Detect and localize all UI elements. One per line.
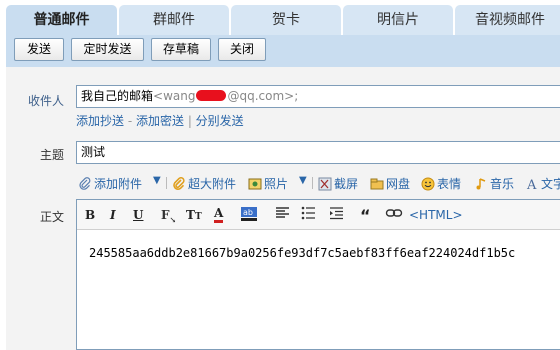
align-icon[interactable] — [275, 206, 291, 224]
screenshot-button[interactable]: 截屏 — [318, 175, 358, 192]
photo-dropdown-icon[interactable]: ▼ — [299, 175, 307, 186]
recipient-label[interactable]: 收件人 — [28, 92, 64, 109]
emoji-label: 表情 — [437, 177, 462, 191]
netdisk-icon — [370, 178, 384, 190]
recipient-name: 我自己的邮箱 — [81, 89, 154, 103]
large-attachment-icon — [173, 177, 185, 190]
netdisk-button[interactable]: 网盘 — [370, 175, 410, 192]
font-color-icon[interactable]: A — [214, 206, 224, 223]
paperclip-icon — [79, 177, 91, 190]
text-a-icon: A — [526, 178, 537, 191]
add-cc-link[interactable]: 添加抄送 — [76, 114, 124, 128]
save-draft-button[interactable]: 存草稿 — [151, 38, 211, 61]
dash-separator: - — [124, 114, 136, 128]
close-button[interactable]: 关闭 — [218, 38, 266, 61]
message-body[interactable]: 245585aa6ddb2e81667b9a0256fe93df7c5aebf8… — [89, 246, 515, 260]
recipient-address-prefix: <wang — [153, 89, 196, 103]
tab-normal-mail[interactable]: 普通邮件 — [6, 5, 117, 35]
large-attachment-label: 超大附件 — [188, 177, 237, 191]
screenshot-label: 截屏 — [334, 177, 359, 191]
rich-text-editor: B I U F↘ TT A ab “ <HTML> 245585aa6ddb2e… — [76, 199, 560, 350]
html-mode-toggle[interactable]: <HTML> — [409, 206, 463, 224]
quote-icon[interactable]: “ — [360, 206, 371, 225]
font-size-icon[interactable]: TT — [186, 206, 202, 224]
emoji-button[interactable]: 表情 — [421, 175, 461, 192]
recipient-address-suffix: @qq.com>; — [227, 89, 299, 103]
attachment-dropdown-icon[interactable]: ▼ — [153, 175, 161, 186]
tab-av-mail[interactable]: 音视频邮件 — [455, 5, 560, 35]
body-label: 正文 — [40, 210, 65, 224]
scheduled-send-button[interactable]: 定时发送 — [71, 38, 144, 61]
music-note-icon — [476, 178, 486, 190]
redaction-mark — [196, 90, 227, 101]
scissors-icon — [318, 177, 332, 191]
svg-text:ab: ab — [243, 208, 253, 217]
recipient-options: 添加抄送 - 添加密送 | 分别发送 — [76, 112, 244, 129]
separate-send-link[interactable]: 分别发送 — [196, 114, 244, 128]
font-family-icon[interactable]: F↘ — [161, 206, 176, 224]
add-attachment-label: 添加附件 — [94, 177, 143, 191]
pipe-separator: | — [184, 114, 196, 128]
text-label: 文字 — [541, 177, 560, 191]
tab-group-mail[interactable]: 群邮件 — [119, 5, 229, 35]
add-attachment-button[interactable]: 添加附件 — [78, 175, 142, 192]
divider — [166, 177, 167, 189]
divider — [312, 177, 313, 189]
netdisk-label: 网盘 — [386, 177, 411, 191]
format-toolbar: B I U F↘ TT A ab “ <HTML> — [77, 200, 560, 230]
underline-icon[interactable]: U — [133, 206, 143, 224]
tab-greeting-card[interactable]: 贺卡 — [231, 5, 341, 35]
photo-icon — [248, 178, 262, 190]
add-bcc-link[interactable]: 添加密送 — [136, 114, 184, 128]
send-button[interactable]: 发送 — [14, 38, 64, 61]
recipient-field[interactable]: 我自己的邮箱<wang @qq.com>; — [76, 85, 560, 108]
tab-postcard[interactable]: 明信片 — [343, 5, 453, 35]
compose-form: 收件人 我自己的邮箱<wang @qq.com>; 添加抄送 - 添加密送 | 分… — [6, 67, 560, 350]
text-button[interactable]: A 文字 — [525, 175, 560, 192]
link-icon[interactable] — [385, 206, 403, 224]
attachment-toolbar: 添加附件 ▼ 超大附件 照片 ▼ 截屏 网盘 表情 音乐 A 文字 — [74, 174, 560, 194]
photo-label: 照片 — [264, 177, 289, 191]
bold-icon[interactable]: B — [85, 206, 95, 224]
indent-icon[interactable] — [329, 206, 347, 224]
smiley-icon — [421, 177, 435, 191]
subject-input[interactable]: 测试 — [76, 141, 560, 164]
italic-icon[interactable]: I — [110, 206, 116, 224]
compose-toolbar: 发送 定时发送 存草稿 关闭 — [6, 35, 560, 67]
music-button[interactable]: 音乐 — [474, 175, 514, 192]
bullet-list-icon[interactable] — [301, 206, 319, 224]
photo-button[interactable]: 照片 — [248, 175, 288, 192]
music-label: 音乐 — [490, 177, 515, 191]
subject-label: 主题 — [40, 148, 65, 162]
svg-text:A: A — [526, 178, 537, 191]
large-attachment-button[interactable]: 超大附件 — [172, 175, 236, 192]
compose-type-tabs: 普通邮件 群邮件 贺卡 明信片 音视频邮件 — [0, 0, 560, 35]
highlight-icon[interactable]: ab — [240, 206, 258, 224]
